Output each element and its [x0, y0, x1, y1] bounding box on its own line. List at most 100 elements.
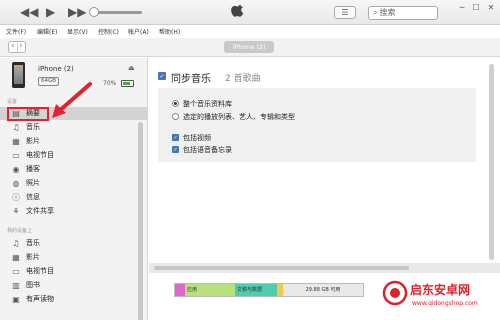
- menu-help[interactable]: 帮助(H): [159, 27, 180, 36]
- tv-icon: ▭: [12, 151, 20, 160]
- device-name: iPhone (2): [38, 65, 74, 73]
- device-item-music[interactable]: ♫ 音乐: [0, 237, 147, 250]
- device-item-audiobooks[interactable]: ▣ 有声读物: [0, 293, 147, 306]
- storage-free: 29.88 GB 可用: [283, 284, 363, 296]
- sidebar-item-tv[interactable]: ▭ 电视节目: [0, 149, 147, 162]
- info-icon: ⓘ: [12, 193, 20, 202]
- sidebar-item-label: 信息: [26, 193, 40, 201]
- maximize-icon[interactable]: ☐: [469, 2, 483, 14]
- sidebar-item-label: 影片: [26, 137, 40, 145]
- sync-music-checkbox[interactable]: ✓: [158, 72, 166, 80]
- music-icon: ♫: [12, 123, 20, 132]
- radio-button-selected[interactable]: [172, 100, 179, 107]
- sidebar-item-label: 音乐: [26, 239, 40, 247]
- sidebar-item-info[interactable]: ⓘ 信息: [0, 191, 147, 204]
- sync-options-panel: 整个音乐资料库 选定的播放列表、艺人、专辑和类型 ✓ 包括视频 ✓ 包括语音备忘…: [158, 88, 476, 162]
- watermark: 启东安卓网 www.qidongshop.com: [382, 276, 500, 320]
- menu-file[interactable]: 文件(F): [6, 27, 26, 36]
- device-tab[interactable]: iPhone (2): [224, 41, 274, 53]
- sidebar-item-movies[interactable]: ▦ 影片: [0, 135, 147, 148]
- on-device-section-header: 我的设备上: [7, 228, 33, 234]
- play-icon[interactable]: ▶: [46, 5, 55, 19]
- photo-icon: ◍: [12, 179, 20, 188]
- rewind-icon[interactable]: ◀◀: [20, 5, 38, 19]
- sidebar-item-label: 电视节目: [26, 151, 54, 159]
- history-buttons: ‹ ›: [8, 41, 26, 53]
- navigation-row: ‹ › iPhone (2): [0, 38, 500, 57]
- forward-icon[interactable]: ›: [19, 41, 23, 51]
- search-icon: ⌕: [373, 8, 378, 17]
- storage-segment-docs: 文稿与数据: [235, 284, 277, 296]
- volume-knob[interactable]: [89, 7, 99, 17]
- top-toolbar: ◀◀ ▶ ▶▶ ☰ ⌕ 搜索 ─ ☐ ✕: [0, 0, 500, 25]
- device-item-books[interactable]: ▥ 图书: [0, 279, 147, 292]
- podcast-icon: ◉: [12, 165, 20, 174]
- option-label: 选定的播放列表、艺人、专辑和类型: [183, 113, 295, 121]
- main-scrollbar[interactable]: [487, 62, 496, 262]
- watermark-url: www.qidongshop.com: [412, 300, 478, 307]
- settings-section-header: 设置: [7, 99, 18, 105]
- sidebar-item-label: 有声读物: [26, 295, 54, 303]
- close-icon[interactable]: ✕: [484, 2, 498, 14]
- storage-segment-media: [175, 284, 185, 296]
- iphone-icon: [12, 62, 25, 88]
- search-placeholder: 搜索: [379, 8, 396, 17]
- apple-logo-icon: [231, 4, 244, 17]
- menu-control[interactable]: 控制(C): [98, 27, 119, 36]
- device-item-tv[interactable]: ▭ 电视节目: [0, 265, 147, 278]
- eject-icon[interactable]: ⏏: [128, 64, 135, 72]
- movie-icon: ▦: [12, 253, 20, 262]
- fast-forward-icon[interactable]: ▶▶: [68, 5, 86, 19]
- horizontal-scrollbar[interactable]: [149, 263, 500, 273]
- sidebar-item-file-sharing[interactable]: ⚘ 文件共享: [0, 205, 147, 218]
- menu-bar: 文件(F) 编辑(E) 显示(V) 控制(C) 帐户(A) 帮助(H): [0, 26, 500, 37]
- battery-fill: [123, 82, 130, 85]
- tv-icon: ▭: [12, 267, 20, 276]
- radio-button[interactable]: [172, 113, 179, 120]
- sidebar-item-label: 影片: [26, 253, 40, 261]
- device-item-movies[interactable]: ▦ 影片: [0, 251, 147, 264]
- battery-percent: 70%: [103, 80, 117, 87]
- sidebar-scrollbar[interactable]: [136, 120, 145, 320]
- sidebar-item-label: 文件共享: [26, 207, 54, 215]
- annotation-highlight-box: [7, 107, 49, 121]
- main-scroll-thumb[interactable]: [489, 64, 494, 260]
- audiobook-icon: ▣: [12, 295, 20, 304]
- menu-account[interactable]: 帐户(A): [128, 27, 149, 36]
- option-label: 包括语音备忘录: [183, 146, 232, 154]
- search-input[interactable]: ⌕ 搜索: [368, 6, 438, 20]
- sync-title: 同步音乐: [171, 74, 211, 85]
- volume-slider[interactable]: [89, 7, 142, 17]
- movie-icon: ▦: [12, 137, 20, 146]
- menu-edit[interactable]: 编辑(E): [37, 27, 57, 36]
- back-icon[interactable]: ‹: [11, 41, 15, 51]
- sidebar-item-label: 播客: [26, 165, 40, 173]
- checkbox-checked[interactable]: ✓: [172, 134, 179, 141]
- music-icon: ♫: [12, 239, 20, 248]
- watermark-logo-icon: [382, 280, 408, 306]
- battery-icon: [121, 80, 134, 87]
- checkbox-checked[interactable]: ✓: [172, 146, 179, 153]
- sidebar-item-photos[interactable]: ◍ 照片: [0, 177, 147, 190]
- list-view-icon: ☰: [341, 8, 349, 17]
- sidebar-scroll-thumb[interactable]: [138, 122, 143, 320]
- horizontal-scroll-thumb[interactable]: [154, 266, 409, 270]
- sync-count: 2 首歌曲: [225, 74, 261, 84]
- storage-segment-apps: 应用: [185, 284, 235, 296]
- minimize-icon[interactable]: ─: [455, 2, 469, 14]
- storage-bar: 应用 文稿与数据 29.88 GB 可用: [174, 283, 364, 297]
- menu-view[interactable]: 显示(V): [67, 27, 88, 36]
- list-view-button[interactable]: ☰: [334, 6, 356, 19]
- option-label: 整个音乐资料库: [183, 100, 232, 108]
- annotation-arrow-icon: [52, 82, 92, 118]
- sidebar-item-label: 电视节目: [26, 267, 54, 275]
- sidebar-item-label: 音乐: [26, 123, 40, 131]
- sidebar-item-label: 照片: [26, 179, 40, 187]
- sidebar-item-music[interactable]: ♫ 音乐: [0, 121, 147, 134]
- divider: [17, 43, 18, 52]
- phone-screen: [14, 65, 23, 84]
- option-label: 包括视频: [183, 134, 211, 142]
- sidebar-item-podcasts[interactable]: ◉ 播客: [0, 163, 147, 176]
- watermark-title: 启东安卓网: [410, 283, 471, 297]
- sidebar-item-label: 图书: [26, 281, 40, 289]
